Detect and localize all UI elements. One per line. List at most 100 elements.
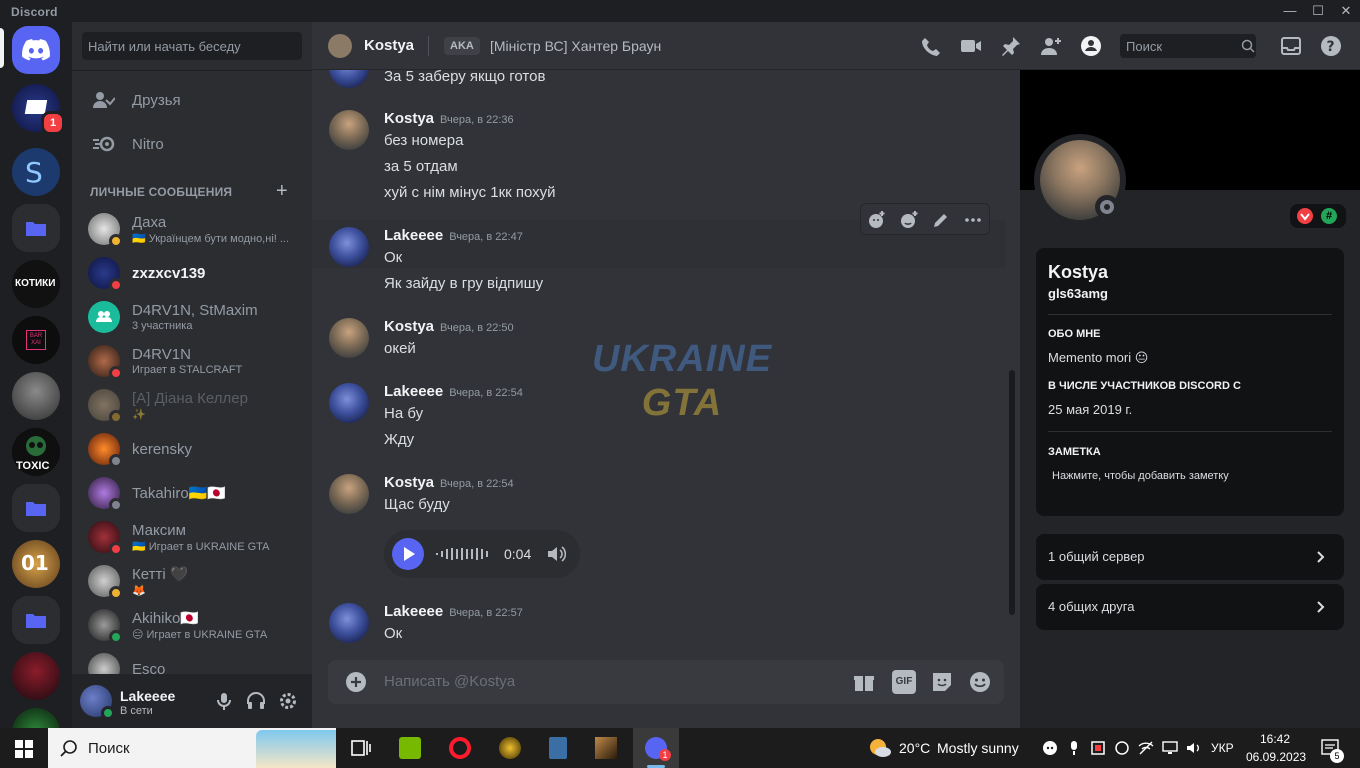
message-author[interactable]: Lakeeee Вчера, в 22:57: [384, 603, 523, 620]
edit-pencil-icon[interactable]: [931, 210, 951, 230]
windows-start-icon[interactable]: [15, 740, 33, 758]
hypesquad-badge-icon[interactable]: [1297, 208, 1313, 224]
clock-date[interactable]: 06.09.2023: [1246, 750, 1306, 764]
minimize-button[interactable]: —: [1276, 0, 1304, 22]
dm-item[interactable]: [A] Діана Келлер ✨: [80, 384, 304, 426]
user-avatar[interactable]: [80, 685, 115, 720]
dm-item[interactable]: Даха 🇺🇦 Українцем бути модно,ні! ...: [80, 208, 304, 250]
chat-user-name[interactable]: Kostya: [364, 37, 414, 54]
inbox-icon[interactable]: [1280, 35, 1302, 57]
chat-user-avatar[interactable]: [328, 34, 352, 58]
dm-members: 3 участника: [132, 320, 193, 332]
avatar: [88, 213, 123, 248]
chat-scrollbar[interactable]: [1009, 370, 1015, 615]
mutual-friends-row[interactable]: 4 общих друга: [1036, 584, 1344, 630]
server-icon-01[interactable]: 01: [12, 540, 60, 588]
tray-network-offline-icon[interactable]: [1138, 740, 1154, 756]
create-dm-button[interactable]: +: [276, 180, 288, 203]
settings-gear-icon[interactable]: [278, 691, 298, 711]
maximize-button[interactable]: ☐: [1304, 0, 1332, 22]
server-folder-2[interactable]: [12, 484, 60, 532]
message-composer[interactable]: Написать @Kostya GIF: [328, 660, 1004, 704]
tray-microphone-icon[interactable]: [1066, 740, 1082, 756]
message-author[interactable]: Kostya Вчера, в 22:50: [384, 318, 514, 335]
server-icon-toxic[interactable]: TOXIC: [12, 428, 60, 476]
weather-sun-icon[interactable]: [868, 737, 892, 759]
dm-activity: 🇺🇦 Играет в UKRAINE GTA: [132, 540, 270, 553]
add-reaction-icon[interactable]: [899, 210, 919, 230]
taskbar-nvidia-icon[interactable]: [390, 732, 430, 764]
pin-icon[interactable]: [1000, 35, 1022, 57]
dm-item[interactable]: Максим 🇺🇦 Играет в UKRAINE GTA: [80, 516, 304, 558]
find-conversation-input[interactable]: Найти или начать беседу: [82, 32, 302, 60]
server-icon-bar[interactable]: BAR XAI: [12, 316, 60, 364]
emoji-icon[interactable]: [968, 670, 992, 694]
tray-app-icon[interactable]: [1114, 740, 1130, 756]
server-icon-kotiki[interactable]: КОТИКИ: [12, 260, 60, 308]
attach-plus-icon[interactable]: [344, 670, 368, 694]
note-input[interactable]: Нажмите, чтобы добавить заметку: [1052, 470, 1229, 482]
message-avatar[interactable]: [329, 227, 369, 267]
message-avatar[interactable]: [329, 318, 369, 358]
message-avatar[interactable]: [329, 603, 369, 643]
mutual-servers-row[interactable]: 1 общий сервер: [1036, 534, 1344, 580]
dm-item[interactable]: Кетті 🖤 🦊: [80, 560, 304, 602]
dm-item[interactable]: Takahiro🇺🇦🇯🇵: [80, 472, 304, 514]
clock-time[interactable]: 16:42: [1260, 732, 1290, 746]
server-icon-2[interactable]: S: [12, 148, 60, 196]
message-avatar[interactable]: [329, 383, 369, 423]
server-folder-3[interactable]: [12, 596, 60, 644]
server-icon-4[interactable]: [12, 372, 60, 420]
tray-volume-icon[interactable]: [1186, 740, 1202, 756]
sticker-icon[interactable]: [930, 670, 954, 694]
taskbar-game-icon[interactable]: [586, 732, 626, 764]
server-icon-green[interactable]: [12, 708, 60, 728]
message-author[interactable]: Kostya Вчера, в 22:54: [384, 474, 514, 491]
taskbar-discord-active[interactable]: 1: [633, 728, 679, 768]
message-avatar[interactable]: [329, 110, 369, 150]
help-icon[interactable]: ?: [1320, 35, 1342, 57]
hashtag-badge-icon[interactable]: #: [1321, 208, 1337, 224]
tray-security-icon[interactable]: [1090, 740, 1106, 756]
gift-icon[interactable]: [852, 670, 876, 694]
profile-avatar[interactable]: [1034, 134, 1126, 226]
message-avatar[interactable]: [329, 474, 369, 514]
video-call-icon[interactable]: [960, 35, 982, 57]
taskbar-opera-icon[interactable]: [440, 732, 480, 764]
nav-nitro[interactable]: Nitro: [80, 123, 304, 165]
waveform-icon[interactable]: [436, 546, 496, 562]
volume-icon[interactable]: [546, 544, 566, 564]
keyboard-language[interactable]: УКР: [1211, 741, 1234, 755]
taskbar-search[interactable]: Поиск: [48, 728, 336, 768]
message-avatar[interactable]: [329, 70, 369, 88]
dm-item[interactable]: D4RV1N, StMaxim 3 участника: [80, 296, 304, 338]
dm-item[interactable]: zxzxcv139: [80, 252, 304, 294]
message-author[interactable]: Lakeeee Вчера, в 22:54: [384, 383, 523, 400]
gif-button[interactable]: GIF: [892, 670, 916, 694]
taskbar-stalcraft-icon[interactable]: [490, 732, 530, 764]
dm-item[interactable]: D4RV1N Играет в STALCRAFT: [80, 340, 304, 382]
server-folder-1[interactable]: [12, 204, 60, 252]
close-window-button[interactable]: ✕: [1332, 0, 1360, 22]
dm-name: Максим: [132, 521, 186, 539]
microphone-icon[interactable]: [214, 691, 234, 711]
super-reaction-icon[interactable]: [867, 210, 887, 230]
tray-discord-icon[interactable]: [1042, 740, 1058, 756]
server-icon-anime[interactable]: [12, 652, 60, 700]
tray-network-icon[interactable]: [1162, 740, 1178, 756]
home-button[interactable]: [12, 26, 60, 74]
dm-item[interactable]: kerensky: [80, 428, 304, 470]
taskbar-calculator-icon[interactable]: [538, 732, 578, 764]
chat-search-input[interactable]: Поиск: [1120, 34, 1256, 58]
add-friend-icon[interactable]: [1040, 35, 1062, 57]
message-author[interactable]: Kostya Вчера, в 22:36: [384, 110, 514, 127]
task-view-icon[interactable]: [340, 732, 380, 764]
headphones-icon[interactable]: [246, 691, 266, 711]
message-author[interactable]: Lakeeee Вчера, в 22:47: [384, 227, 523, 244]
dm-item[interactable]: Akihiko🇯🇵 😑 Играет в UKRAINE GTA: [80, 604, 304, 646]
play-button[interactable]: [392, 538, 424, 570]
more-options-icon[interactable]: [963, 210, 983, 230]
voice-call-icon[interactable]: [920, 35, 942, 57]
nav-friends[interactable]: Друзья: [80, 79, 304, 121]
user-profile-icon[interactable]: [1080, 35, 1102, 57]
